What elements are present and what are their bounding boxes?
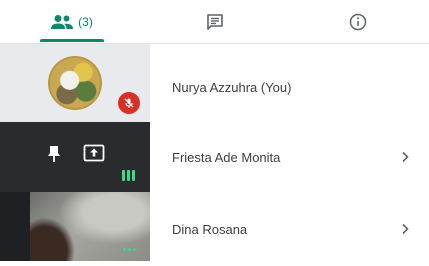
tab-bar: (3) [0, 0, 429, 44]
tab-info[interactable] [286, 0, 429, 43]
avatar [48, 56, 102, 110]
video-feed-detail [30, 212, 80, 261]
participant-tile-friesta[interactable] [0, 122, 150, 192]
chevron-right-icon[interactable] [400, 223, 410, 235]
participant-count: (3) [78, 15, 93, 29]
chevron-right-icon[interactable] [400, 151, 410, 163]
participant-row-friesta[interactable]: Friesta Ade Monita [150, 120, 429, 194]
participant-row-you[interactable]: Nurya Azzuhra (You) [150, 50, 429, 124]
participant-tile-you[interactable] [0, 44, 150, 122]
pin-icon[interactable] [45, 144, 63, 164]
selected-tab-indicator [40, 39, 104, 42]
audio-level-dots-icon [123, 248, 136, 251]
tab-chat[interactable] [143, 0, 286, 43]
participant-name: Dina Rosana [172, 221, 248, 237]
mic-off-icon [124, 98, 134, 108]
present-screen-icon [83, 144, 105, 162]
participant-name: Friesta Ade Monita [172, 149, 281, 165]
speaking-indicator-icon [122, 170, 135, 181]
people-icon [51, 14, 74, 29]
mic-off-badge [118, 92, 140, 114]
tab-people[interactable]: (3) [0, 0, 143, 43]
info-icon [349, 13, 366, 30]
participant-tile-dina[interactable] [0, 192, 150, 261]
chat-icon [206, 13, 223, 30]
participant-row-dina[interactable]: Dina Rosana [150, 192, 429, 266]
participant-name: Nurya Azzuhra (You) [172, 79, 292, 95]
